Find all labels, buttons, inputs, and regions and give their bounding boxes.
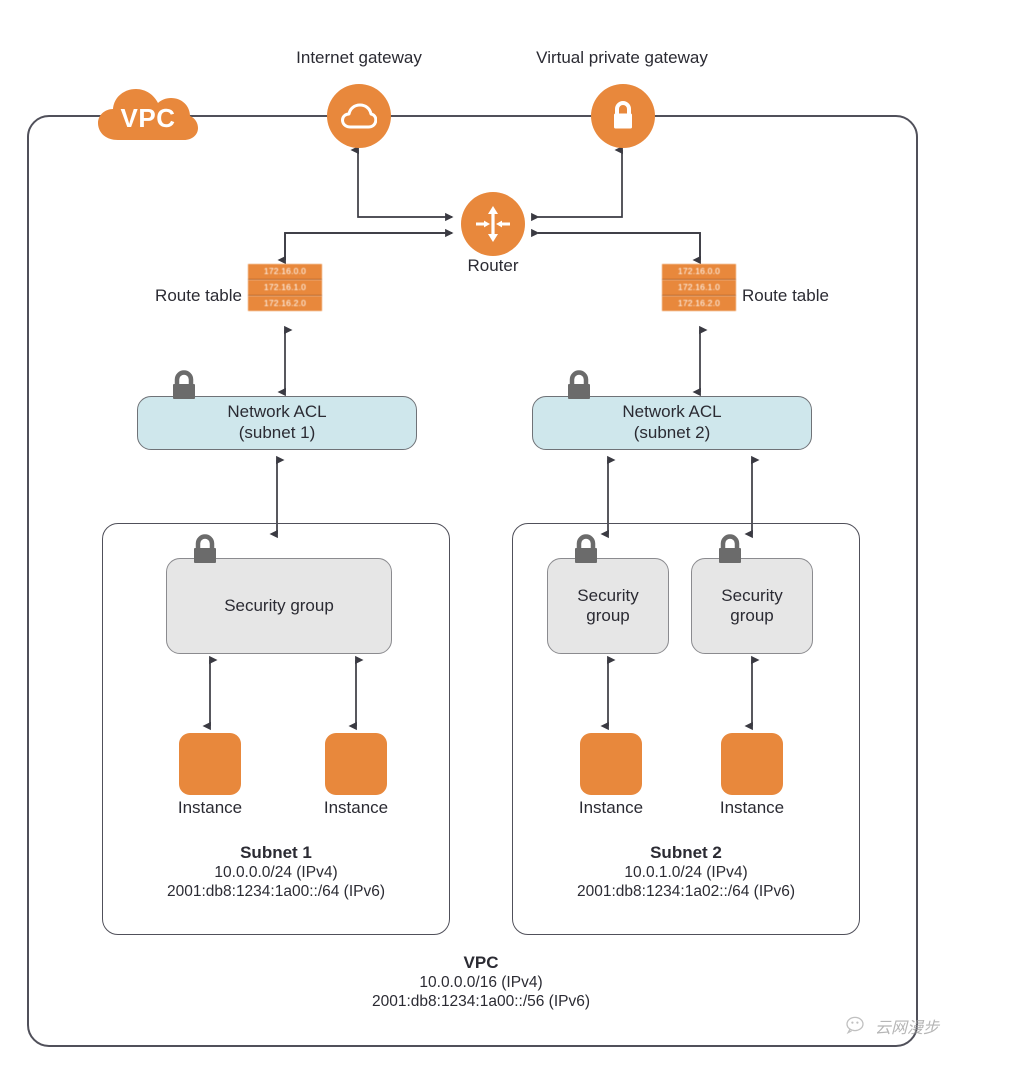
instance-label: Instance	[177, 798, 243, 817]
security-group-1-padlock-icon	[190, 533, 220, 566]
route-table-left-label: Route table	[155, 286, 242, 305]
network-acl-title: Network ACL	[227, 402, 327, 422]
route-table-row: 172.16.1.0	[662, 280, 736, 296]
security-group-subnet-1[interactable]: Security group	[166, 558, 392, 654]
lock-icon	[173, 370, 195, 399]
virtual-private-gateway-node[interactable]	[591, 84, 655, 148]
security-group-label: Security	[577, 585, 639, 605]
subnet-2-caption: Subnet 2 10.0.1.0/24 (IPv4) 2001:db8:123…	[512, 843, 860, 902]
watermark: 云网漫步	[846, 1014, 939, 1038]
network-acl-subtitle: (subnet 2)	[633, 423, 711, 442]
lock-icon	[614, 101, 632, 129]
vpc-cloud-badge: VPC	[96, 84, 200, 146]
subnet-ipv4: 10.0.1.0/24 (IPv4)	[624, 863, 748, 881]
security-group-subnet-2-b[interactable]: Security group	[691, 558, 813, 654]
instance-node[interactable]	[325, 733, 387, 795]
security-group-label-2: group	[730, 606, 774, 625]
instance-node[interactable]	[721, 733, 783, 795]
vpc-badge-label: VPC	[120, 102, 176, 133]
security-group-2a-padlock-icon	[571, 533, 601, 566]
route-table-right[interactable]: 172.16.0.0 172.16.1.0 172.16.2.0	[662, 264, 736, 311]
vpc-caption: VPC 10.0.0.0/16 (IPv4) 2001:db8:1234:1a0…	[281, 953, 681, 1012]
subnet-1-caption: Subnet 1 10.0.0.0/24 (IPv4) 2001:db8:123…	[102, 843, 450, 902]
subnet-ipv6: 2001:db8:1234:1a00::/64 (IPv6)	[166, 882, 386, 900]
route-table-row: 172.16.1.0	[248, 280, 322, 296]
route-table-row: 172.16.2.0	[248, 296, 322, 311]
vpc-ipv4: 10.0.0.0/16 (IPv4)	[419, 973, 543, 991]
security-group-2b-padlock-icon	[715, 533, 745, 566]
route-table-row: 172.16.0.0	[662, 264, 736, 280]
internet-gateway-node[interactable]	[327, 84, 391, 148]
lock-icon	[194, 534, 216, 563]
vpc-name: VPC	[463, 953, 499, 972]
vpc-ipv6: 2001:db8:1234:1a00::/56 (IPv6)	[371, 992, 591, 1010]
network-acl-2-padlock-icon	[564, 369, 594, 402]
network-acl-1-padlock-icon	[169, 369, 199, 402]
wechat-icon	[846, 1016, 864, 1035]
instance-label: Instance	[323, 798, 389, 817]
router-node[interactable]	[461, 192, 525, 256]
subnet-ipv6: 2001:db8:1234:1a02::/64 (IPv6)	[576, 882, 796, 900]
watermark-text: 云网漫步	[875, 1018, 940, 1037]
instance-node[interactable]	[580, 733, 642, 795]
cloud-icon	[341, 103, 377, 129]
lock-icon	[719, 534, 741, 563]
route-table-left[interactable]: 172.16.0.0 172.16.1.0 172.16.2.0	[248, 264, 322, 311]
network-acl-subtitle: (subnet 1)	[238, 423, 316, 442]
network-acl-subnet-2[interactable]: Network ACL (subnet 2)	[532, 396, 812, 450]
virtual-private-gateway-label: Virtual private gateway	[536, 48, 708, 67]
network-acl-subnet-1[interactable]: Network ACL (subnet 1)	[137, 396, 417, 450]
vpc-architecture-diagram: VPC Internet gateway Virtual private gat…	[0, 0, 1012, 1082]
lock-icon	[575, 534, 597, 563]
instance-node[interactable]	[179, 733, 241, 795]
subnet-name: Subnet 1	[240, 843, 312, 862]
security-group-label-2: group	[586, 606, 630, 625]
route-table-right-label: Route table	[742, 286, 829, 305]
security-group-subnet-2-a[interactable]: Security group	[547, 558, 669, 654]
subnet-name: Subnet 2	[650, 843, 722, 862]
lock-icon	[568, 370, 590, 399]
subnet-ipv4: 10.0.0.0/24 (IPv4)	[214, 863, 338, 881]
security-group-label: Security group	[224, 595, 334, 615]
internet-gateway-label: Internet gateway	[296, 48, 422, 67]
security-group-label: Security	[721, 585, 783, 605]
route-table-row: 172.16.2.0	[662, 296, 736, 311]
router-label: Router	[467, 256, 519, 275]
instance-label: Instance	[578, 798, 644, 817]
route-table-row: 172.16.0.0	[248, 264, 322, 280]
instance-label: Instance	[719, 798, 785, 817]
router-icon	[476, 206, 510, 242]
network-acl-title: Network ACL	[622, 402, 722, 422]
